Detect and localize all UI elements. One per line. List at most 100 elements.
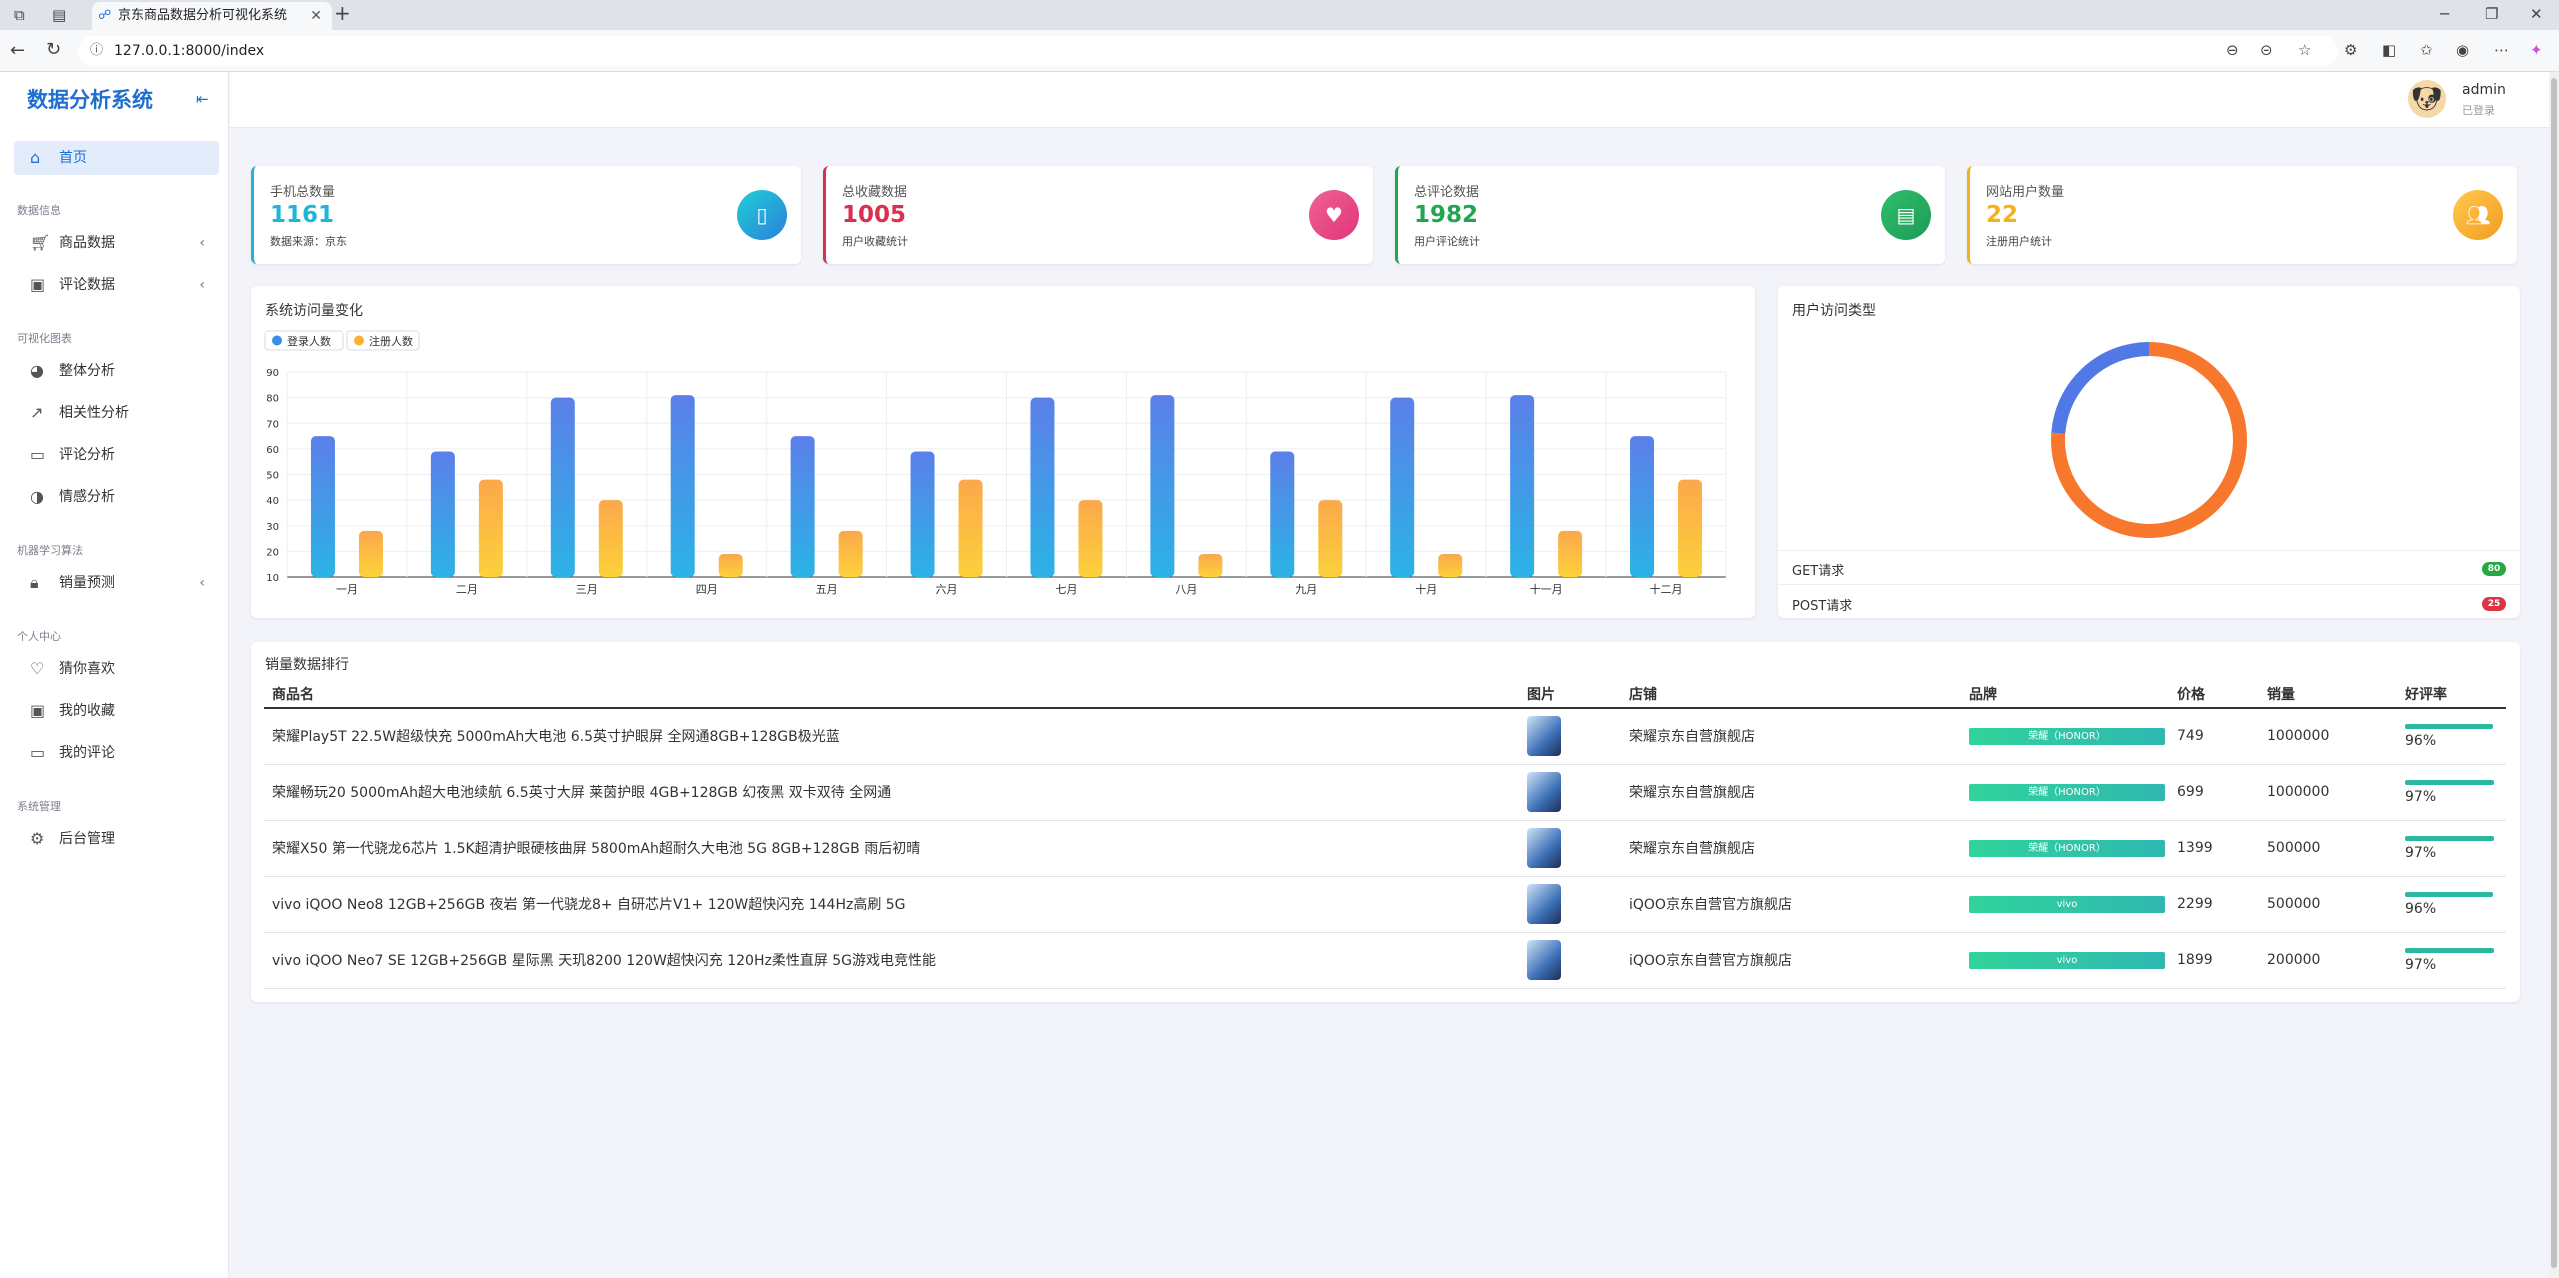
stat-card-favorites: 总收藏数据 1005 用户收藏统计 ♥ [823, 166, 1373, 264]
nav-label: 商品数据 [59, 235, 115, 251]
browser-tab[interactable]: ☍ 京东商品数据分析可视化系统 ✕ [92, 2, 332, 30]
nav-label: 后台管理 [59, 831, 115, 847]
nav-label: 相关性分析 [59, 405, 129, 421]
nav-admin[interactable]: ⚙ 后台管理 [14, 822, 219, 856]
profile-icon[interactable]: ◉ [2456, 42, 2469, 58]
sidebar: 数据分析系统 ⇤ ⌂ 首页 数据信息 🛒︎ 商品数据 ‹ ▣ 评论数据 ‹ 可视… [0, 72, 229, 1278]
extensions-icon[interactable]: ⚙ [2344, 42, 2357, 58]
table-row[interactable]: vivo iQOO Neo8 12GB+256GB 夜岩 第一代骁龙8+ 自研芯… [264, 876, 2506, 933]
close-window-icon[interactable]: ✕ [2530, 6, 2543, 22]
copilot-icon[interactable]: ✦ [2530, 42, 2543, 58]
nav-comment-analysis[interactable]: ▭ 评论分析 [14, 438, 219, 472]
new-tab-icon[interactable]: + [334, 3, 351, 23]
bar-login [670, 395, 695, 577]
rating-cell: 97% [2397, 932, 2506, 989]
x-tick-label: 一月 [336, 583, 358, 596]
get-request-label: GET请求 [1792, 564, 1845, 579]
post-request-label: POST请求 [1792, 599, 1853, 614]
table-row[interactable]: vivo iQOO Neo7 SE 12GB+256GB 星际黑 天玑8200 … [264, 932, 2506, 989]
stat-label: 总收藏数据 [842, 185, 908, 200]
restore-icon[interactable]: ❐ [2485, 6, 2498, 22]
nav-guess-you-like[interactable]: ♡ 猜你喜欢 [14, 652, 219, 686]
col-header: 图片 [1519, 680, 1621, 709]
nav-my-comments[interactable]: ▭ 我的评论 [14, 736, 219, 770]
product-name[interactable]: 荣耀Play5T 22.5W超级快充 5000mAh大电池 6.5英寸护眼屏 全… [264, 708, 1519, 765]
more-icon[interactable]: ⋯ [2494, 42, 2509, 58]
reader-icon[interactable]: ⊝ [2260, 42, 2273, 58]
nav-home[interactable]: ⌂ 首页 [14, 141, 219, 175]
nav-label: 我的收藏 [59, 703, 115, 719]
brand-cell: vivo [1961, 876, 2169, 933]
x-tick-label: 十二月 [1650, 582, 1683, 596]
table-row[interactable]: 荣耀畅玩20 5000mAh超大电池续航 6.5英寸大屏 莱茵护眼 4GB+12… [264, 764, 2506, 821]
rating-bar [2405, 891, 2494, 897]
palette-icon: ◕ [30, 361, 44, 380]
favorites-icon[interactable]: ✩ [2420, 42, 2433, 58]
stat-label: 总评论数据 [1414, 185, 1480, 200]
zoom-icon[interactable]: ⊖ [2226, 42, 2239, 58]
visit-type-donut-chart [2051, 342, 2247, 538]
bar-login [790, 436, 815, 577]
back-icon[interactable]: ← [10, 42, 25, 60]
nav-sales-forecast[interactable]: 🔒︎ 销量预测 ‹ [14, 566, 219, 600]
workspaces-icon[interactable]: ⧉ [14, 7, 25, 23]
product-image[interactable] [1527, 940, 1561, 980]
brand-badge: 荣耀（HONOR） [1969, 728, 2165, 746]
minimize-icon[interactable]: ─ [2440, 6, 2449, 22]
comment-icon: ▤ [1881, 190, 1931, 240]
user-name[interactable]: admin [2462, 82, 2506, 98]
rating-bar [2405, 835, 2495, 841]
rating-text: 97% [2405, 844, 2437, 861]
tab-close-icon[interactable]: ✕ [310, 2, 322, 30]
shop-name: iQOO京东自营官方旗舰店 [1621, 876, 1961, 933]
product-image[interactable] [1527, 772, 1561, 812]
avatar[interactable]: 🐶︎ [2408, 80, 2446, 118]
stat-value: 22 [1986, 202, 2019, 228]
shop-name: 荣耀京东自营旗舰店 [1621, 764, 1961, 821]
chevron-left-icon: ‹ [199, 575, 205, 591]
product-name[interactable]: vivo iQOO Neo8 12GB+256GB 夜岩 第一代骁龙8+ 自研芯… [264, 876, 1519, 933]
tab-actions-icon[interactable]: ▤ [52, 7, 66, 23]
bar-login [310, 436, 335, 577]
chat-icon: ▭ [30, 445, 46, 464]
bar-login [1390, 397, 1415, 577]
nav-product-data[interactable]: 🛒︎ 商品数据 ‹ [14, 226, 219, 260]
nav-sentiment-analysis[interactable]: ◑ 情感分析 [14, 480, 219, 514]
refresh-icon[interactable]: ↻ [46, 41, 61, 59]
nav-correlation-analysis[interactable]: ↗ 相关性分析 [14, 396, 219, 430]
table-row[interactable]: 荣耀Play5T 22.5W超级快充 5000mAh大电池 6.5英寸护眼屏 全… [264, 708, 2506, 765]
gear-icon: ⚙ [30, 829, 45, 848]
product-image[interactable] [1527, 716, 1561, 757]
product-name[interactable]: 荣耀X50 第一代骁龙6芯片 1.5K超清护眼硬核曲屏 5800mAh超耐久大电… [264, 820, 1519, 877]
nav-comment-data[interactable]: ▣ 评论数据 ‹ [14, 268, 219, 302]
x-tick-label: 三月 [576, 583, 598, 596]
split-screen-icon[interactable]: ◧ [2382, 42, 2396, 58]
price: 749 [2169, 708, 2259, 765]
nav-my-favorites[interactable]: ▣ 我的收藏 [14, 694, 219, 728]
brand-cell: 荣耀（HONOR） [1961, 820, 2169, 877]
shop-name: 荣耀京东自营旗舰店 [1621, 820, 1961, 877]
rating-text: 97% [2405, 788, 2437, 805]
product-image[interactable] [1527, 828, 1561, 868]
product-name[interactable]: 荣耀畅玩20 5000mAh超大电池续航 6.5英寸大屏 莱茵护眼 4GB+12… [264, 764, 1519, 821]
bookmark-icon: ▣ [30, 701, 46, 720]
nav-label: 情感分析 [59, 489, 115, 505]
product-name[interactable]: vivo iQOO Neo7 SE 12GB+256GB 星际黑 天玑8200 … [264, 932, 1519, 989]
brand-cell: vivo [1961, 932, 2169, 989]
url-field[interactable]: ⓘ 127.0.0.1:8000/index [78, 36, 2338, 66]
table-row[interactable]: 荣耀X50 第一代骁龙6芯片 1.5K超清护眼硬核曲屏 5800mAh超耐久大电… [264, 820, 2506, 877]
product-image[interactable] [1527, 884, 1561, 924]
product-image-cell [1519, 876, 1621, 933]
stat-label: 手机总数量 [270, 185, 336, 200]
collapse-sidebar-icon[interactable]: ⇤ [196, 90, 209, 108]
stat-sub: 用户收藏统计 [842, 235, 908, 248]
scrollbar-thumb[interactable] [2551, 78, 2557, 1268]
bar-login [910, 451, 935, 577]
rating-bar [2405, 779, 2495, 785]
favorite-star-icon[interactable]: ☆ [2298, 42, 2311, 58]
bar-login [550, 397, 575, 577]
nav-overall-analysis[interactable]: ◕ 整体分析 [14, 354, 219, 388]
site-info-icon[interactable]: ⓘ [90, 36, 103, 66]
sales: 200000 [2259, 932, 2397, 989]
visit-type-card: 用户访问类型 GET请求 80 POST请求 25 [1778, 286, 2520, 618]
